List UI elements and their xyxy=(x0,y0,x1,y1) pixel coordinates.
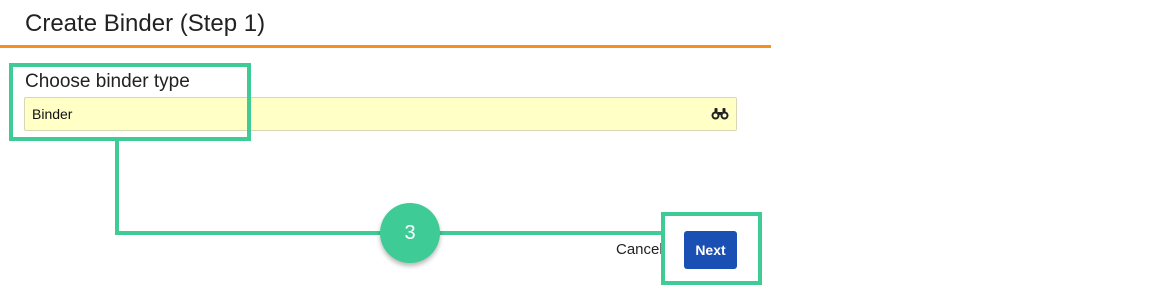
step-number-badge: 3 xyxy=(380,203,440,263)
binder-type-field[interactable]: Binder xyxy=(24,97,737,131)
next-button[interactable]: Next xyxy=(684,231,737,269)
create-binder-dialog: Create Binder (Step 1) Choose binder typ… xyxy=(0,0,1150,305)
binoculars-icon[interactable] xyxy=(710,107,730,121)
title-divider xyxy=(0,45,771,48)
binder-type-value: Binder xyxy=(32,106,73,122)
dialog-title: Create Binder (Step 1) xyxy=(25,10,266,37)
cancel-button[interactable]: Cancel xyxy=(616,241,663,258)
binder-type-label: Choose binder type xyxy=(25,71,190,92)
callout-connector-vertical xyxy=(115,141,119,235)
